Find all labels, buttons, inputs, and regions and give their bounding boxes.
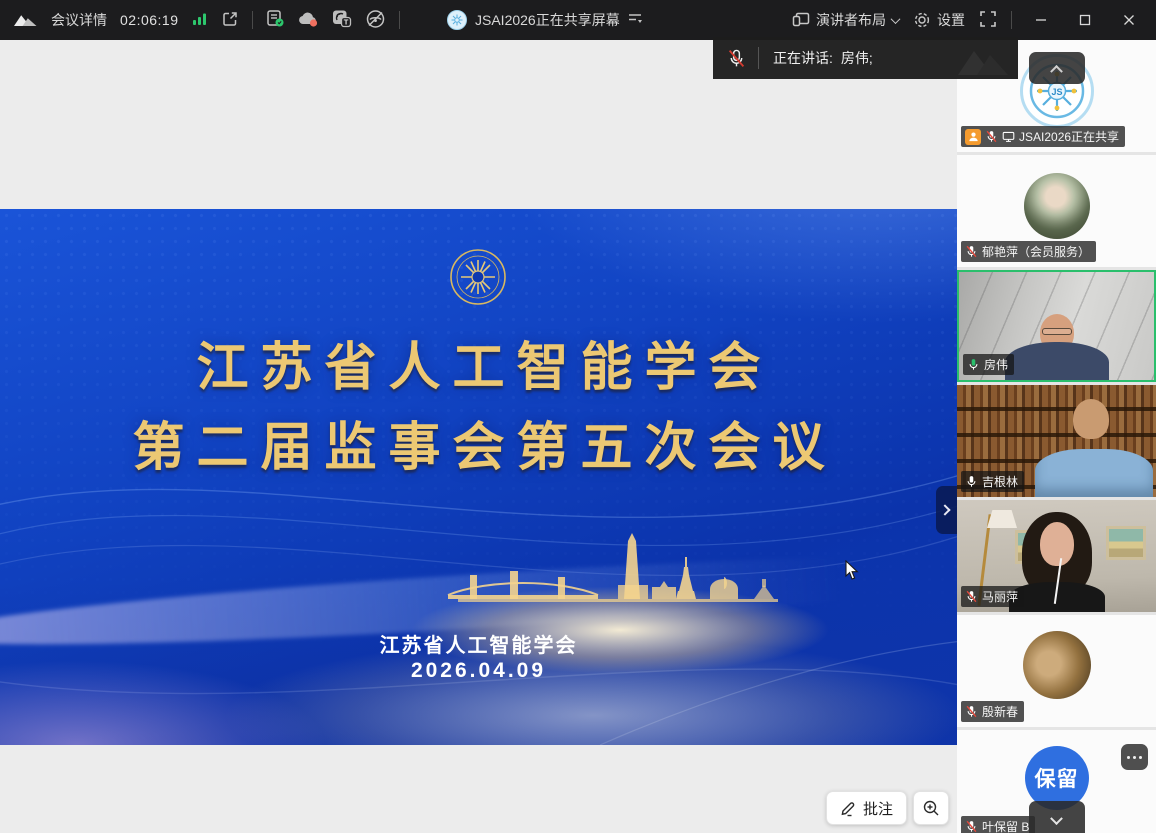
titlebar-divider xyxy=(399,11,400,29)
slide-title-line1: 江苏省人工智能学会 xyxy=(0,325,957,400)
docs-status-icon[interactable] xyxy=(266,9,285,31)
mouse-cursor xyxy=(845,560,860,585)
participant-tile-yuyanping[interactable]: 郁艳萍（会员服务） xyxy=(957,155,1156,267)
mic-muted-icon xyxy=(965,245,978,258)
host-badge-icon xyxy=(965,129,981,145)
participant-name-bar: 郁艳萍（会员服务） xyxy=(961,241,1096,262)
chevron-right-icon xyxy=(939,504,950,515)
avatar-photo xyxy=(1024,173,1090,239)
cloud-recording-icon[interactable] xyxy=(298,10,319,31)
participant-name: 殷新春 xyxy=(982,703,1018,720)
mic-muted-icon xyxy=(965,705,978,718)
layout-label: 演讲者布局 xyxy=(816,10,886,30)
toast-divider xyxy=(758,47,759,69)
participant-sidebar: JS JSAI2026正在共享 郁艳萍（会员服务） xyxy=(957,40,1156,833)
svg-text:JS: JS xyxy=(1051,87,1062,97)
participant-name-bar: JSAI2026正在共享 xyxy=(961,126,1125,147)
scroll-participants-down-button[interactable] xyxy=(1029,801,1085,833)
app-logo-icon xyxy=(13,10,38,30)
participant-name-bar: 吉根林 xyxy=(961,471,1024,492)
settings-label: 设置 xyxy=(937,10,965,30)
pen-icon xyxy=(840,800,857,817)
annotate-label: 批注 xyxy=(863,798,893,819)
more-options-button[interactable] xyxy=(1121,744,1148,770)
sidebar-collapse-tab[interactable] xyxy=(936,486,957,534)
slide-footer-date: 2026.04.09 xyxy=(0,659,957,683)
participant-tile-yinxinchun[interactable]: 殷新春 xyxy=(957,615,1156,727)
chevron-down-icon xyxy=(1050,812,1063,825)
participant-name-bar: 叶保留 B xyxy=(961,816,1035,833)
mic-muted-icon xyxy=(965,820,978,833)
shared-screen-area: 江苏省人工智能学会 第二届监事会第五次会议 xyxy=(0,40,957,833)
participant-name-bar: 殷新春 xyxy=(961,701,1024,722)
participant-name-bar: 房伟 xyxy=(963,354,1014,375)
magnifier-plus-icon xyxy=(922,799,940,817)
titlebar: 会议详情 02:06:19 T xyxy=(0,0,1156,40)
participant-name: JSAI2026正在共享 xyxy=(1019,128,1119,145)
sharing-options-icon[interactable] xyxy=(628,12,643,28)
pop-out-icon[interactable] xyxy=(221,10,239,31)
participant-name: 叶保留 B xyxy=(982,818,1029,833)
mic-on-icon xyxy=(965,475,978,488)
society-emblem-icon xyxy=(448,247,508,307)
participant-tile-maliping[interactable]: 马丽萍 xyxy=(957,500,1156,612)
city-skyline xyxy=(418,527,818,627)
presentation-slide: 江苏省人工智能学会 第二届监事会第五次会议 xyxy=(0,209,957,745)
minimize-button[interactable] xyxy=(1026,7,1056,33)
zoom-in-button[interactable] xyxy=(913,791,949,825)
speaking-toast: 正在讲话: 房伟; xyxy=(713,37,1018,79)
sharing-status-text: JSAI2026正在共享屏幕 xyxy=(475,10,620,30)
maximize-button[interactable] xyxy=(1070,7,1100,33)
speaking-label: 正在讲话: xyxy=(773,48,833,68)
screen-share-icon xyxy=(1002,130,1015,143)
annotate-button[interactable]: 批注 xyxy=(826,791,907,825)
participant-name: 吉根林 xyxy=(982,473,1018,490)
close-button[interactable] xyxy=(1114,7,1144,33)
layout-selector[interactable]: 演讲者布局 xyxy=(792,10,899,30)
hide-self-view-icon[interactable] xyxy=(365,9,386,32)
meeting-timer: 02:06:19 xyxy=(120,12,179,28)
slide-footer-org: 江苏省人工智能学会 xyxy=(0,629,957,658)
participant-name-bar: 马丽萍 xyxy=(961,586,1024,607)
settings-button[interactable]: 设置 xyxy=(913,10,965,30)
watermark-logo-icon xyxy=(954,41,1012,79)
collapse-strip-button[interactable] xyxy=(1029,52,1085,84)
network-signal-icon[interactable] xyxy=(192,12,208,29)
participant-tile-jigenlin[interactable]: 吉根林 xyxy=(957,385,1156,497)
participant-name: 郁艳萍（会员服务） xyxy=(982,243,1090,260)
titlebar-divider xyxy=(252,11,253,29)
sharer-avatar xyxy=(447,10,467,30)
svg-text:T: T xyxy=(343,18,348,27)
meeting-details-button[interactable]: 会议详情 xyxy=(51,10,107,30)
chevron-down-icon xyxy=(891,14,901,24)
participant-tile-fangwei[interactable]: 房伟 xyxy=(957,270,1156,382)
meeting-app-window: 会议详情 02:06:19 T xyxy=(0,0,1156,833)
mic-muted-icon xyxy=(713,49,758,68)
fullscreen-button[interactable] xyxy=(979,10,997,31)
participant-name: 马丽萍 xyxy=(982,588,1018,605)
participant-name: 房伟 xyxy=(984,356,1008,373)
slide-title-line2: 第二届监事会第五次会议 xyxy=(0,405,957,480)
broadcast-translate-icon[interactable]: T xyxy=(332,9,352,31)
avatar-photo xyxy=(1023,631,1091,699)
chevron-up-icon xyxy=(1050,64,1063,77)
mic-muted-icon xyxy=(965,590,978,603)
speaker-names: 房伟; xyxy=(841,48,873,68)
mic-speaking-icon xyxy=(967,358,980,371)
mic-muted-icon xyxy=(985,130,998,143)
titlebar-divider xyxy=(1011,11,1012,29)
